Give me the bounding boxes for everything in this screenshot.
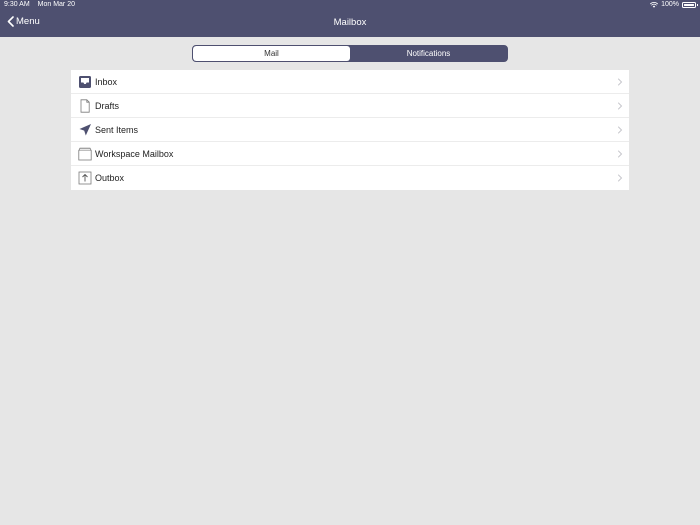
mailbox-item-label: Workspace Mailbox xyxy=(95,149,174,159)
drafts-icon xyxy=(80,99,90,113)
page-title: Mailbox xyxy=(333,17,367,28)
mailbox-item-workspace-mailbox[interactable]: Workspace Mailbox xyxy=(71,142,629,166)
inbox-icon xyxy=(79,76,91,88)
wifi-icon xyxy=(650,2,659,8)
mailbox-list: Inbox Drafts Sent Items Workspace Mailbo… xyxy=(71,70,629,190)
mail-notifications-segmented-control: Mail Notifications xyxy=(192,45,508,62)
navigation-bar: Menu Mailbox xyxy=(0,10,700,37)
battery-percent: 100% xyxy=(661,1,679,8)
outbox-icon xyxy=(78,171,92,185)
chevron-right-icon xyxy=(618,174,623,182)
mailbox-item-label: Drafts xyxy=(95,101,120,111)
mailbox-item-label: Sent Items xyxy=(95,125,139,135)
chevron-right-icon xyxy=(618,102,623,110)
tab-mail[interactable]: Mail xyxy=(193,46,350,61)
status-bar: 9:30 AM Mon Mar 20 100% xyxy=(0,0,700,10)
chevron-right-icon xyxy=(618,150,623,158)
status-date: Mon Mar 20 xyxy=(37,1,75,8)
app-header: 9:30 AM Mon Mar 20 100% Menu Mailbox xyxy=(0,0,700,37)
mailbox-item-inbox[interactable]: Inbox xyxy=(71,70,629,94)
battery-icon xyxy=(682,2,698,8)
battery-level xyxy=(684,4,694,6)
status-left: 9:30 AM Mon Mar 20 xyxy=(4,0,81,10)
mailbox-item-label: Outbox xyxy=(95,173,125,183)
status-right: 100% xyxy=(650,0,698,10)
status-time: 9:30 AM xyxy=(4,1,30,8)
workspace-mailbox-icon xyxy=(78,147,92,161)
mailbox-item-sent-items[interactable]: Sent Items xyxy=(71,118,629,142)
mailbox-item-label: Inbox xyxy=(95,77,118,87)
chevron-right-icon xyxy=(618,78,623,86)
mailbox-item-drafts[interactable]: Drafts xyxy=(71,94,629,118)
chevron-right-icon xyxy=(618,126,623,134)
mailbox-item-outbox[interactable]: Outbox xyxy=(71,166,629,190)
tab-notifications[interactable]: Notifications xyxy=(350,46,507,61)
sent-icon xyxy=(79,124,91,136)
